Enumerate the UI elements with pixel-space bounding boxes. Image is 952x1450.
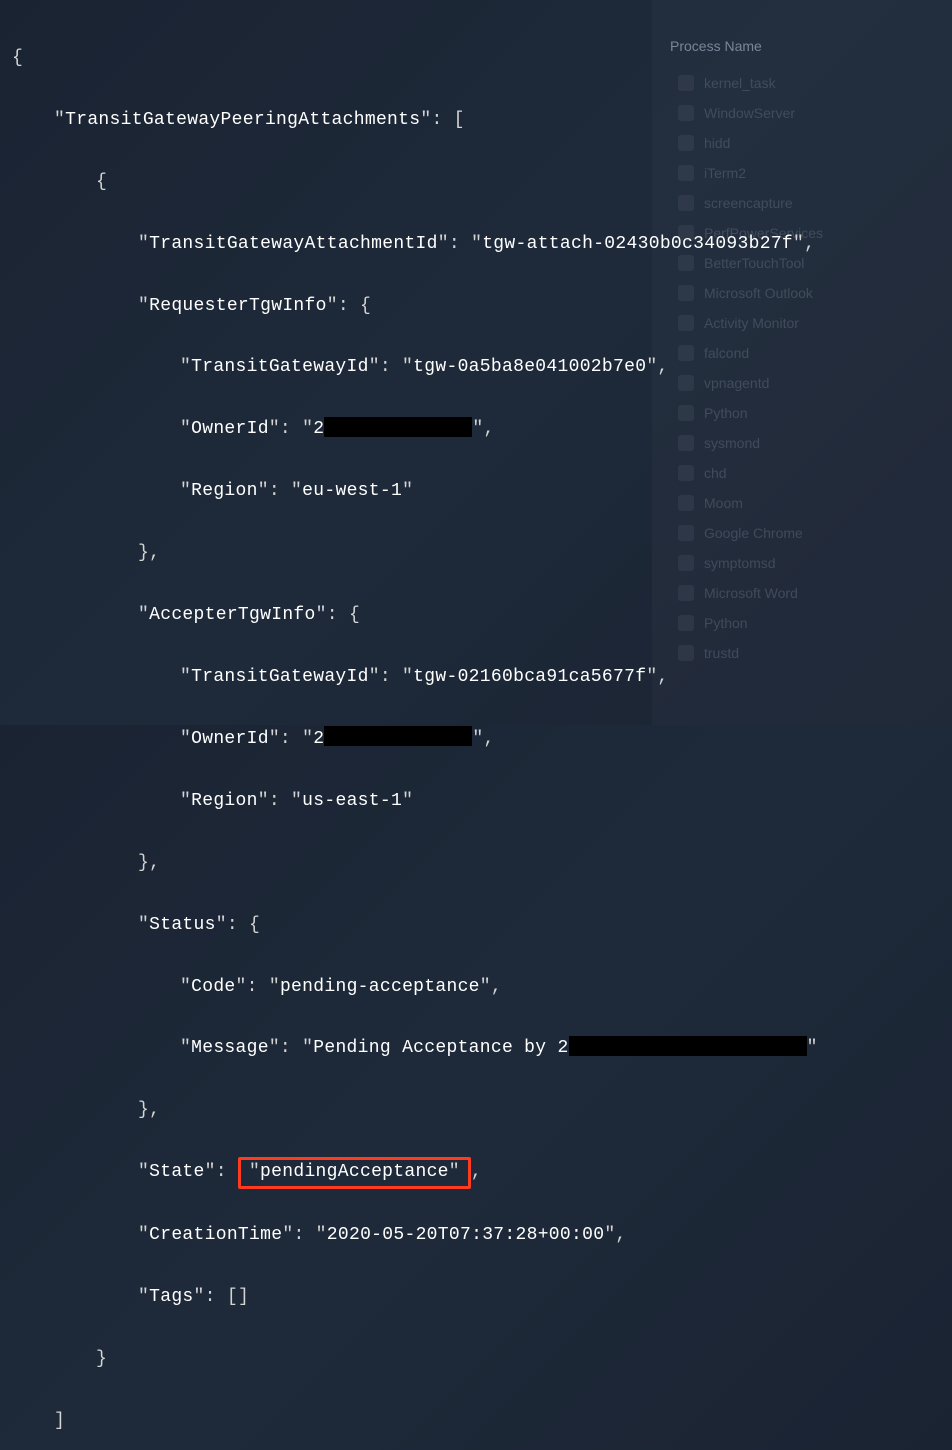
json-line: "TransitGatewayId": "tgw-02160bca91ca567… [12,662,818,693]
json-terminal-output: { "TransitGatewayPeeringAttachments": [ … [0,0,818,1450]
redacted-block [324,726,472,746]
json-line: "Region": "us-east-1" [12,786,818,817]
json-line: "State": "pendingAcceptance", [12,1157,818,1189]
json-line: "Code": "pending-acceptance", [12,972,818,1003]
json-line: "TransitGatewayAttachmentId": "tgw-attac… [12,229,818,260]
redacted-block [569,1036,807,1056]
json-line: }, [12,538,818,569]
json-line: "Status": { [12,910,818,941]
redacted-block [324,417,472,437]
json-line: "Region": "eu-west-1" [12,476,818,507]
json-line: "Tags": [] [12,1282,818,1313]
json-line: "CreationTime": "2020-05-20T07:37:28+00:… [12,1220,818,1251]
json-line: "RequesterTgwInfo": { [12,291,818,322]
json-line: "OwnerId": "2", [12,414,818,445]
json-line: ] [12,1406,818,1437]
highlighted-state-value: "pendingAcceptance" [238,1157,471,1189]
json-line: "OwnerId": "2", [12,724,818,755]
json-line: { [12,43,818,74]
json-line: }, [12,848,818,879]
json-line: "Message": "Pending Acceptance by 2" [12,1033,818,1064]
json-line: } [12,1344,818,1375]
json-line: "TransitGatewayPeeringAttachments": [ [12,105,818,136]
json-line: "AccepterTgwInfo": { [12,600,818,631]
json-line: "TransitGatewayId": "tgw-0a5ba8e041002b7… [12,352,818,383]
json-line: }, [12,1095,818,1126]
json-line: { [12,167,818,198]
